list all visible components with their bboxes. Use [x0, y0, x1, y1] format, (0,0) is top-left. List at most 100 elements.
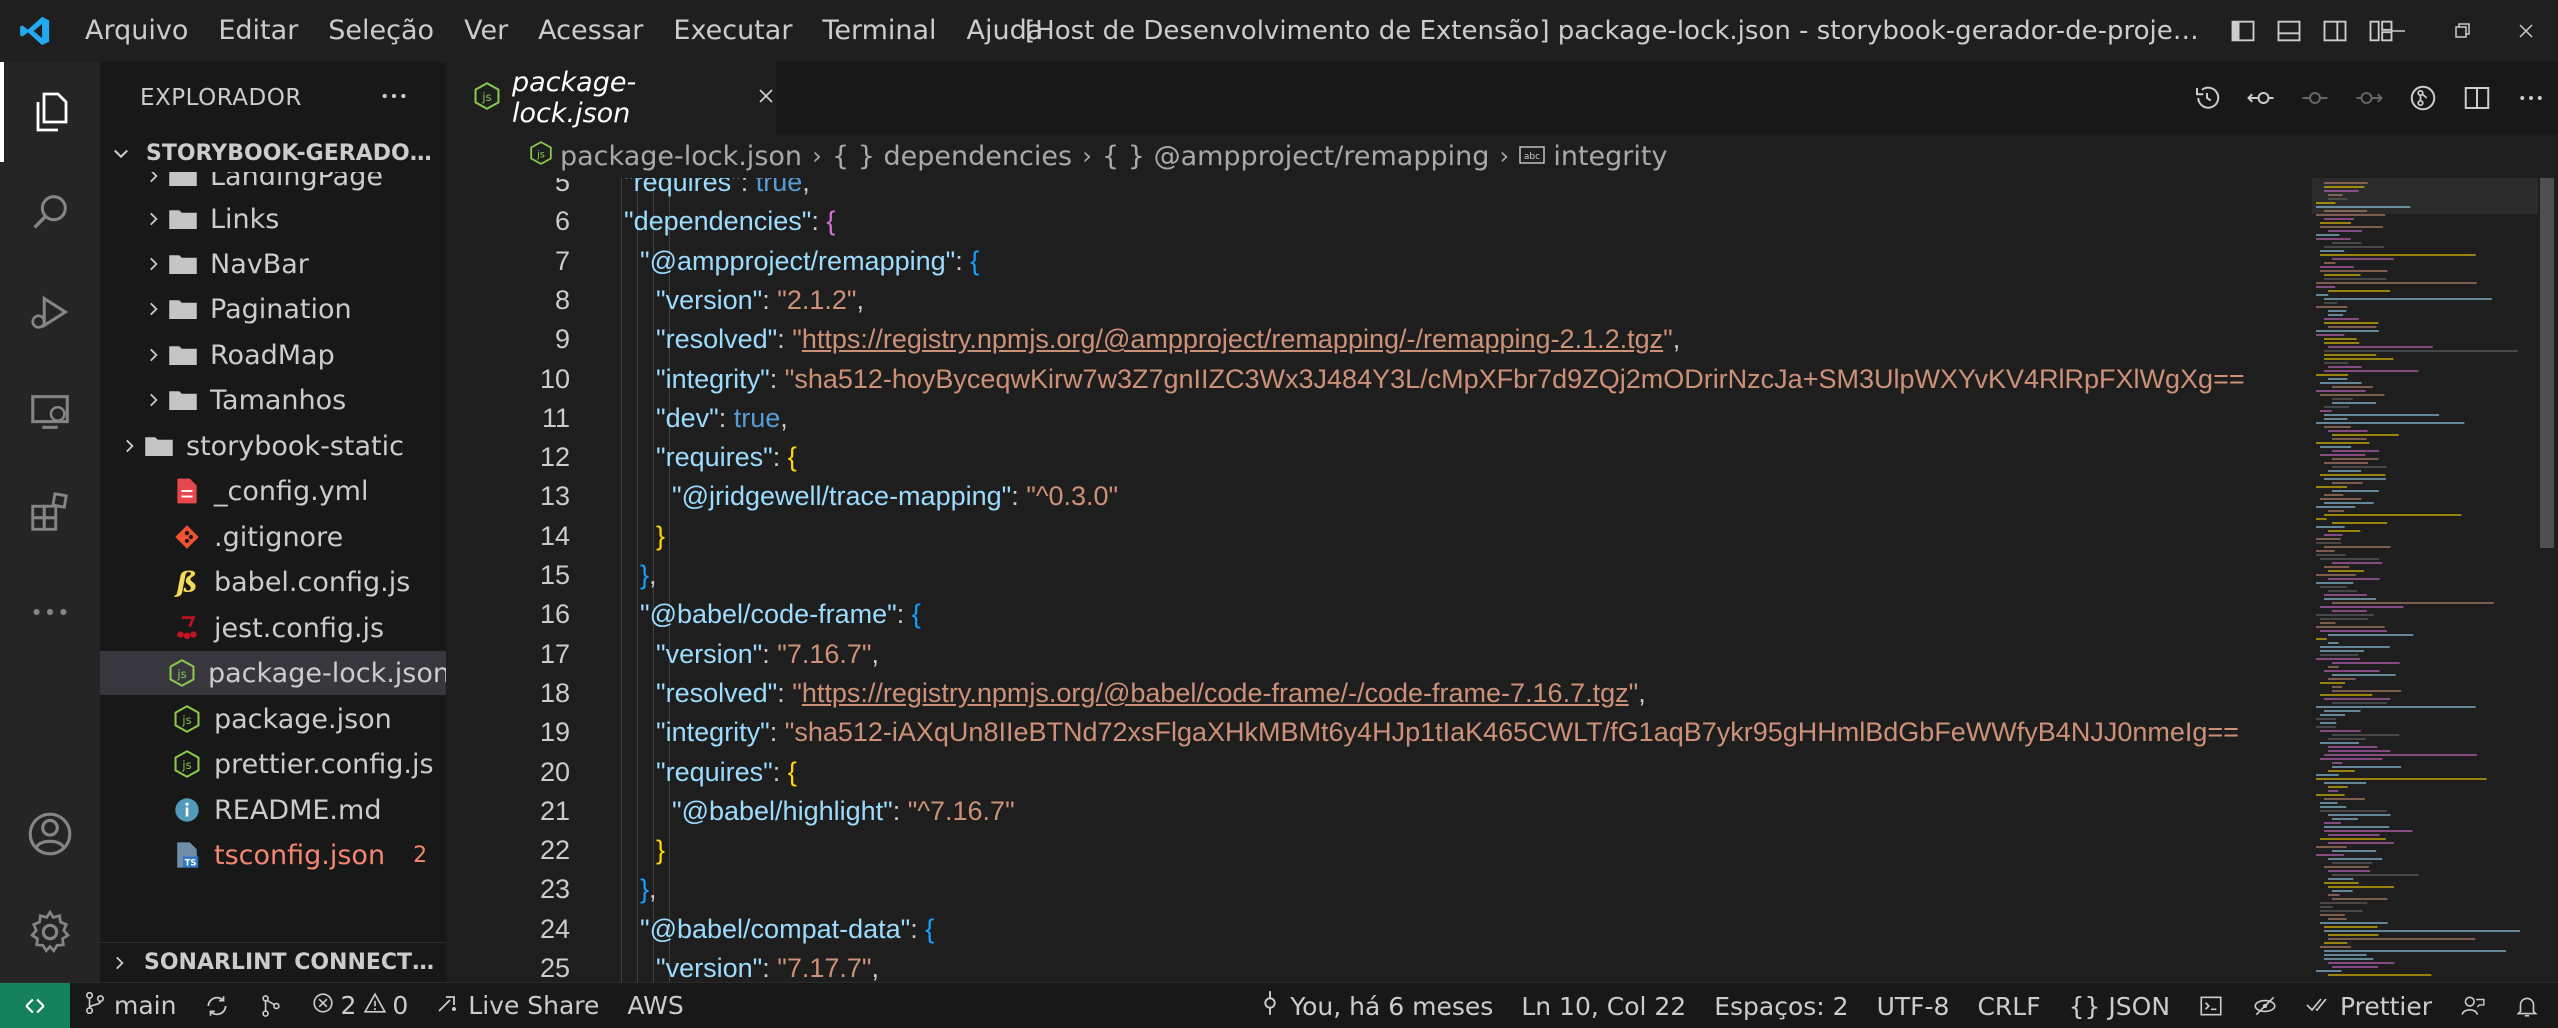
tree-item-gitignore[interactable]: .gitignore — [100, 515, 446, 559]
git-compare-icon[interactable] — [2396, 62, 2450, 134]
code-line[interactable]: 21 "@babel/highlight": "^7.16.7" — [446, 792, 2312, 831]
breadcrumb-ampproject[interactable]: { } @ampproject/remapping — [1102, 141, 1489, 172]
tree-item-tamanhos[interactable]: Tamanhos — [100, 378, 446, 422]
toggle-panel-icon[interactable] — [2266, 0, 2312, 62]
tree-item-landingpage[interactable]: LandingPage — [100, 172, 446, 198]
code-line[interactable]: 16 "@babel/code-frame": { — [446, 595, 2312, 634]
code-line[interactable]: 12 "requires": { — [446, 438, 2312, 477]
remote-explorer-icon[interactable] — [0, 362, 100, 462]
indentation-status[interactable]: Espaços: 2 — [1700, 983, 1862, 1028]
scrollbar-thumb[interactable] — [2540, 178, 2554, 548]
eol-status[interactable]: CRLF — [1963, 983, 2054, 1028]
menu-arquivo[interactable]: Arquivo — [70, 0, 203, 62]
tree-item-roadmap[interactable]: RoadMap — [100, 333, 446, 377]
tree-item-prettier-config[interactable]: js prettier.config.js — [100, 742, 446, 786]
tree-item-pagination[interactable]: Pagination — [100, 287, 446, 331]
menu-acessar[interactable]: Acessar — [523, 0, 658, 62]
breadcrumb-file[interactable]: js package-lock.json — [530, 141, 802, 172]
tree-item-config-yml[interactable]: _config.yml — [100, 469, 446, 513]
code-line[interactable]: 9 "resolved": "https://registry.npmjs.org… — [446, 320, 2312, 359]
menu-selecao[interactable]: Seleção — [313, 0, 449, 62]
tree-item-package-lock[interactable]: js package-lock.json — [100, 651, 446, 695]
extensions-icon[interactable] — [0, 462, 100, 562]
explorer-icon[interactable] — [0, 62, 100, 162]
code-line[interactable]: 5 "requires": true, — [446, 178, 2312, 202]
breadcrumb-integrity[interactable]: abc integrity — [1519, 141, 1667, 172]
code-link[interactable]: https://registry.npmjs.org/@babel/code-f… — [802, 678, 1629, 708]
code-line[interactable]: 7 "@ampproject/remapping": { — [446, 242, 2312, 281]
git-graph-icon[interactable] — [244, 983, 298, 1028]
close-window-icon[interactable] — [2494, 0, 2558, 62]
tree-item-storybook-static[interactable]: storybook-static — [100, 424, 446, 468]
notifications-bell-icon[interactable] — [2500, 983, 2558, 1028]
accounts-icon[interactable] — [0, 784, 100, 884]
close-tab-icon[interactable] — [756, 86, 776, 110]
menu-ver[interactable]: Ver — [449, 0, 523, 62]
project-section-header[interactable]: STORYBOOK-GERADOR-D... — [100, 134, 446, 172]
aws-status[interactable]: AWS — [613, 983, 697, 1028]
menu-editar[interactable]: Editar — [203, 0, 313, 62]
search-icon[interactable] — [0, 162, 100, 262]
code-line[interactable]: 14} — [446, 517, 2312, 556]
run-debug-icon[interactable] — [0, 262, 100, 362]
problems-status[interactable]: 2 0 — [298, 983, 422, 1028]
tree-item-links[interactable]: Links — [100, 197, 446, 241]
code-line[interactable]: 15}, — [446, 556, 2312, 595]
timeline-history-icon[interactable] — [2180, 62, 2234, 134]
explorer-more-actions-icon[interactable] — [378, 80, 410, 116]
sonarlint-section-header[interactable]: SONARLINT CONNECTED ... — [100, 942, 446, 982]
code-line[interactable]: 10 "integrity": "sha512-hoyByceqwKirw7w3Z… — [446, 360, 2312, 399]
toggle-primary-sidebar-icon[interactable] — [2220, 0, 2266, 62]
code-line[interactable]: 19 "integrity": "sha512-iAXqUn8IIeBTNd72x… — [446, 713, 2312, 752]
settings-gear-icon[interactable] — [0, 882, 100, 982]
terminal-icon[interactable] — [2184, 983, 2238, 1028]
code-line[interactable]: 8 "version": "2.1.2", — [446, 281, 2312, 320]
code-link[interactable]: https://registry.npmjs.org/@ampproject/r… — [802, 324, 1663, 354]
tree-item-tsconfig[interactable]: TS tsconfig.json 2 — [100, 833, 446, 877]
minimap-stroke — [2320, 946, 2352, 948]
minimap[interactable] — [2312, 178, 2538, 982]
code-line[interactable]: 20 "requires": { — [446, 753, 2312, 792]
remote-indicator-icon[interactable] — [0, 982, 70, 1028]
open-changes-icon[interactable] — [2234, 62, 2288, 134]
menu-executar[interactable]: Executar — [658, 0, 807, 62]
tree-item-readme[interactable]: README.md — [100, 788, 446, 832]
editor-scrollbar[interactable] — [2538, 178, 2558, 982]
breadcrumb-dependencies[interactable]: { } dependencies — [832, 141, 1072, 172]
code-line[interactable]: 23}, — [446, 870, 2312, 909]
sync-icon[interactable] — [190, 983, 244, 1028]
more-views-icon[interactable] — [0, 562, 100, 662]
code-line[interactable]: 25 "version": "7.17.7", — [446, 949, 2312, 982]
accounts-feedback-icon[interactable] — [2446, 983, 2500, 1028]
git-blame-status[interactable]: You, há 6 meses — [1246, 983, 1507, 1028]
previous-change-icon[interactable] — [2288, 62, 2342, 134]
encoding-status[interactable]: UTF-8 — [1863, 983, 1964, 1028]
tree-item-babel-config[interactable]: ß babel.config.js — [100, 560, 446, 604]
split-editor-icon[interactable] — [2450, 62, 2504, 134]
notifications-off-icon[interactable] — [2238, 983, 2292, 1028]
branch-status[interactable]: main — [70, 983, 190, 1028]
toggle-secondary-sidebar-icon[interactable] — [2312, 0, 2358, 62]
code-line[interactable]: 24 "@babel/compat-data": { — [446, 910, 2312, 949]
code-token: : — [762, 638, 778, 669]
tree-item-package-json[interactable]: js package.json — [100, 697, 446, 741]
prettier-status[interactable]: Prettier — [2292, 983, 2446, 1028]
restore-icon[interactable] — [2430, 0, 2494, 62]
menu-terminal[interactable]: Terminal — [807, 0, 951, 62]
tree-item-jest-config[interactable]: jest.config.js — [100, 606, 446, 650]
code-line[interactable]: 17 "version": "7.16.7", — [446, 635, 2312, 674]
more-actions-icon[interactable] — [2504, 62, 2558, 134]
tree-item-navbar[interactable]: NavBar — [100, 242, 446, 286]
code-line[interactable]: 18 "resolved": "https://registry.npmjs.or… — [446, 674, 2312, 713]
code-line[interactable]: 13 "@jridgewell/trace-mapping": "^0.3.0" — [446, 477, 2312, 516]
cursor-position[interactable]: Ln 10, Col 22 — [1507, 983, 1700, 1028]
tab-package-lock[interactable]: js package-lock.json — [446, 62, 776, 134]
language-mode[interactable]: {} JSON — [2055, 983, 2184, 1028]
code-line[interactable]: 6 "dependencies": { — [446, 202, 2312, 241]
live-share-button[interactable]: Live Share — [422, 983, 613, 1028]
code-line[interactable]: 22} — [446, 831, 2312, 870]
minimize-icon[interactable] — [2366, 0, 2430, 62]
next-change-icon[interactable] — [2342, 62, 2396, 134]
code-line[interactable]: 11 "dev": true, — [446, 399, 2312, 438]
code-editor[interactable]: 5 "requires": true, 6 "dependencies": {7 "@a… — [446, 178, 2312, 982]
